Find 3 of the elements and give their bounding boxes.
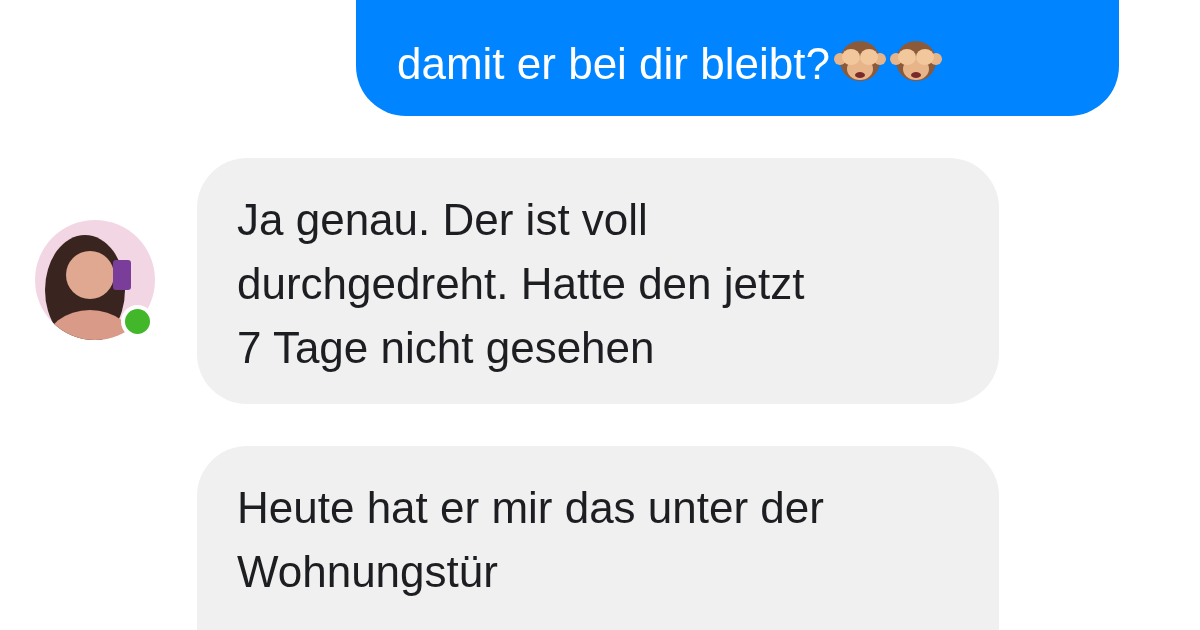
message-text: Heute hat er mir das unter der Wohnungstür: [237, 482, 825, 598]
message-text: damit er bei dir bleibt?: [397, 32, 1051, 96]
message-text: Ja genau. Der ist voll durchgedreht. Hatte den jetzt 7 Tage nicht gesehen: [237, 194, 806, 374]
